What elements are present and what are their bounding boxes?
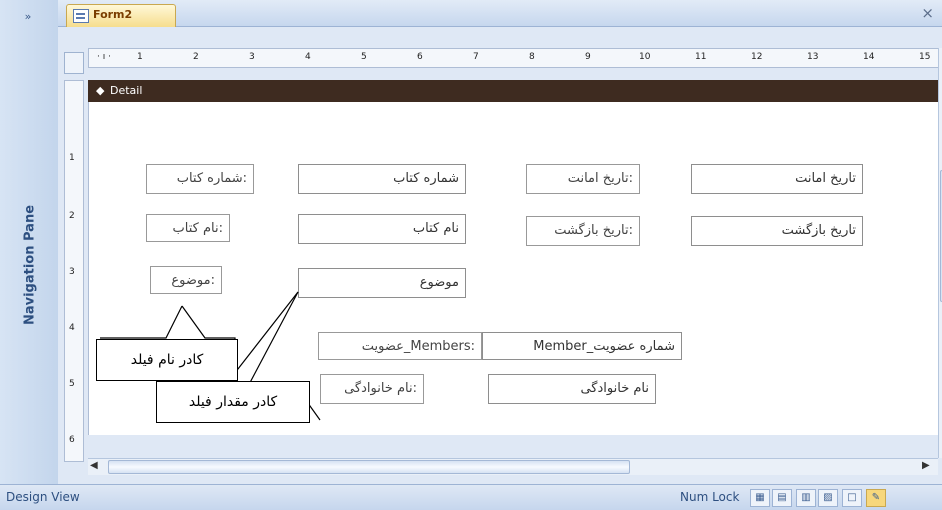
book-name-field[interactable]: نام کتاب	[298, 214, 466, 244]
ruler-tick: 12	[751, 52, 763, 62]
subject-label[interactable]: موضوع:	[150, 266, 222, 294]
ruler-tick: 6	[69, 435, 75, 445]
pivot-chart-view-button[interactable]: ▨	[818, 489, 838, 507]
nav-pane-title: Navigation Pane	[22, 204, 38, 326]
ruler-tick: 8	[529, 52, 535, 62]
section-title: Detail	[110, 84, 143, 97]
return-date-label[interactable]: تاریخ بازگشت:	[526, 216, 640, 246]
family-name-field[interactable]: نام خانوادگی	[488, 374, 656, 404]
ruler-tick: 13	[807, 52, 819, 62]
ruler-tick: 3	[69, 267, 75, 277]
ruler-tick: 2	[193, 52, 199, 62]
ruler-tick: 3	[249, 52, 255, 62]
loan-date-label[interactable]: تاریخ امانت:	[526, 164, 640, 194]
close-icon[interactable]: ×	[921, 4, 934, 22]
scroll-left-icon[interactable]: ◀	[90, 460, 98, 471]
ruler-tick: 1	[137, 52, 143, 62]
num-lock-indicator: Num Lock	[680, 490, 740, 504]
form-icon	[73, 9, 89, 23]
ruler-tick: 11	[695, 52, 707, 62]
ruler-tick: 5	[361, 52, 367, 62]
ruler-tick: 6	[417, 52, 423, 62]
pivot-table-view-button[interactable]: ▥	[796, 489, 816, 507]
vertical-ruler[interactable]: 1 2 3 4 5 6	[64, 80, 84, 462]
ruler-tick: 5	[69, 379, 75, 389]
nav-pane-label[interactable]: Navigation Pane	[10, 180, 50, 350]
nav-pane-toggle-button[interactable]: »	[6, 6, 50, 28]
form-view-button[interactable]: ▦	[750, 489, 770, 507]
ruler-tick: 10	[639, 52, 651, 62]
detail-section-header[interactable]: ◆ Detail	[88, 80, 938, 102]
member-number-label[interactable]: عضویت_Members:	[318, 332, 482, 360]
ruler-tick: 1	[69, 153, 75, 163]
callout-field-value-box: کادر مقدار فیلد	[156, 381, 310, 423]
view-mode-text: Design View	[6, 490, 80, 504]
document-tab-bar: Form2 ×	[58, 0, 942, 27]
tab-form2[interactable]: Form2	[66, 4, 176, 27]
status-bar: Design View Num Lock ▦ ▤ ▥ ▨ □ ✎	[0, 484, 942, 510]
ruler-tick: 15	[919, 52, 931, 62]
navigation-pane[interactable]: » Navigation Pane	[0, 0, 59, 484]
member-number-field[interactable]: Member_شماره عضویت	[482, 332, 682, 360]
design-view-button[interactable]: ✎	[866, 489, 886, 507]
ruler-tick: 9	[585, 52, 591, 62]
book-number-label[interactable]: شماره کتاب:	[146, 164, 254, 194]
horizontal-ruler[interactable]: · ı · 1 2 3 4 5 6 7 8 9 10 11 12 13 14 1…	[88, 48, 940, 68]
ruler-tick: · ı ·	[97, 52, 111, 62]
layout-view-button[interactable]: □	[842, 489, 862, 507]
scroll-right-icon[interactable]: ▶	[922, 460, 930, 471]
ruler-tick: 4	[305, 52, 311, 62]
subject-field[interactable]: موضوع	[298, 268, 466, 298]
loan-date-field[interactable]: تاریخ امانت	[691, 164, 863, 194]
section-arrow-icon: ◆	[96, 84, 105, 97]
form-selector[interactable]	[64, 52, 84, 74]
ruler-tick: 14	[863, 52, 875, 62]
ruler-tick: 4	[69, 323, 75, 333]
book-number-field[interactable]: شماره کتاب	[298, 164, 466, 194]
return-date-field[interactable]: تاریخ بازگشت	[691, 216, 863, 246]
book-name-label[interactable]: نام کتاب:	[146, 214, 230, 242]
family-name-label[interactable]: نام خانوادگی:	[320, 374, 424, 404]
tab-title: Form2	[93, 8, 133, 21]
ruler-tick: 2	[69, 211, 75, 221]
callout-field-name-box: کادر نام فیلد	[96, 339, 238, 381]
datasheet-view-button[interactable]: ▤	[772, 489, 792, 507]
ruler-tick: 7	[473, 52, 479, 62]
horizontal-scroll-thumb[interactable]	[108, 460, 630, 474]
